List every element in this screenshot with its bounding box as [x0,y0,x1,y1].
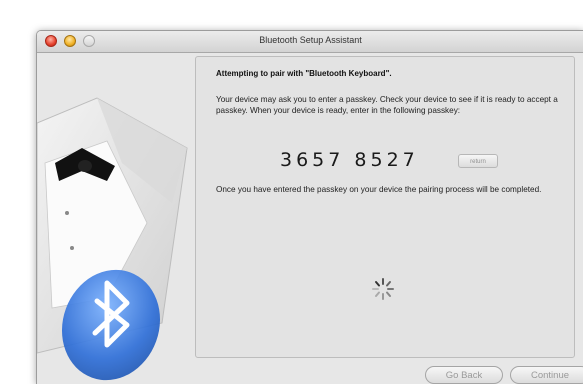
passkey-code: 3657 8527 [280,149,419,171]
continue-button[interactable]: Continue [510,366,583,384]
completion-text: Once you have entered the passkey on you… [216,185,542,194]
content-panel: Attempting to pair with "Bluetooth Keybo… [195,56,575,358]
pairing-heading: Attempting to pair with "Bluetooth Keybo… [216,69,392,78]
go-back-button[interactable]: Go Back [425,366,503,384]
tuxedo-bluetooth-icon [37,97,188,381]
progress-spinner-icon [372,278,394,300]
setup-assistant-window: Bluetooth Setup Assistant Attempting to … [36,30,583,384]
passkey-instructions: Your device may ask you to enter a passk… [216,95,558,115]
window-title: Bluetooth Setup Assistant [259,35,362,45]
return-key-indicator: return [458,154,498,168]
window-titlebar[interactable]: Bluetooth Setup Assistant [37,31,583,53]
